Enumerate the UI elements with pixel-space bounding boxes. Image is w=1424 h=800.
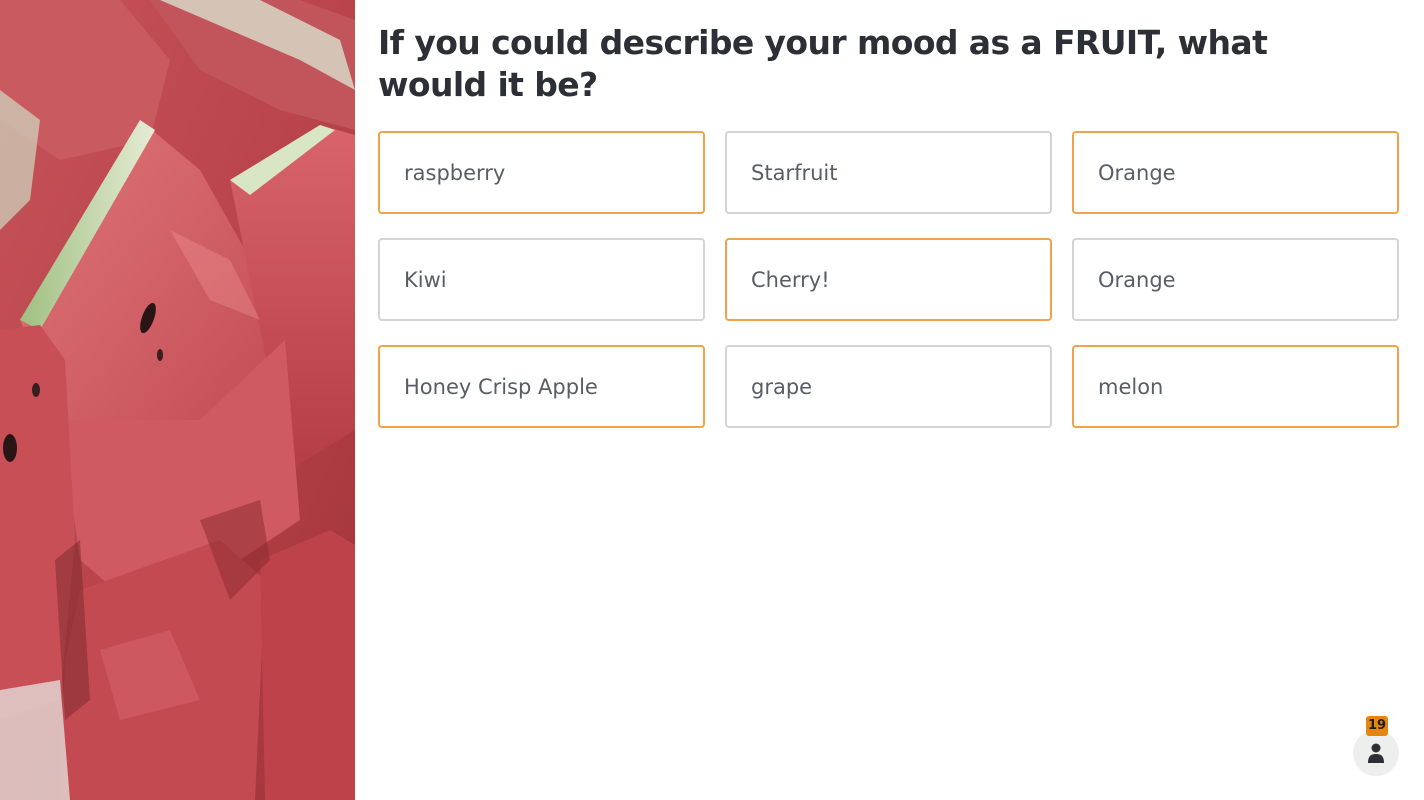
response-card[interactable]: Orange xyxy=(1072,238,1399,321)
slide: If you could describe your mood as a FRU… xyxy=(0,0,1424,800)
response-grid: raspberry Starfruit Orange Kiwi Cherry! … xyxy=(378,131,1399,428)
response-card[interactable]: Orange xyxy=(1072,131,1399,214)
participants-widget[interactable]: 19 xyxy=(1353,716,1399,776)
person-icon xyxy=(1368,743,1384,763)
watermelon-photo xyxy=(0,0,355,800)
response-card[interactable]: Honey Crisp Apple xyxy=(378,345,705,428)
response-card[interactable]: raspberry xyxy=(378,131,705,214)
response-card[interactable]: Kiwi xyxy=(378,238,705,321)
participants-button[interactable] xyxy=(1353,730,1399,776)
response-card[interactable]: Cherry! xyxy=(725,238,1052,321)
response-card[interactable]: grape xyxy=(725,345,1052,428)
participant-count-badge: 19 xyxy=(1366,716,1389,736)
main-content: If you could describe your mood as a FRU… xyxy=(378,0,1424,800)
response-card[interactable]: melon xyxy=(1072,345,1399,428)
response-card[interactable]: Starfruit xyxy=(725,131,1052,214)
question-title: If you could describe your mood as a FRU… xyxy=(378,23,1268,104)
